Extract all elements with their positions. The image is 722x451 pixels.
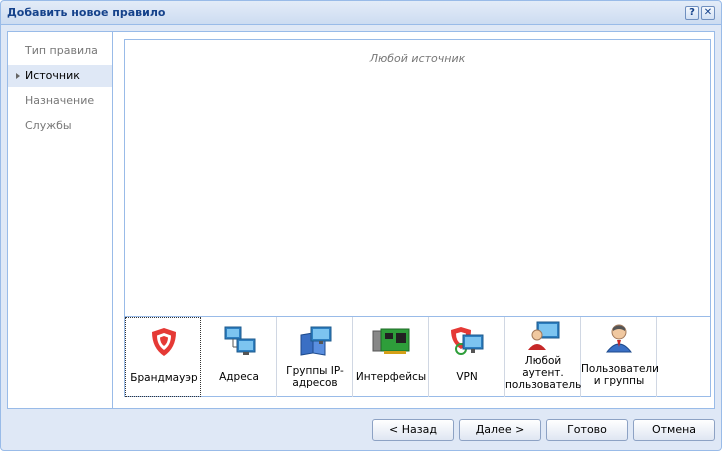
tile-label: Интерфейсы [355,371,427,383]
tile-any-auth-user[interactable]: Любой аутент. пользователь [505,317,581,397]
tile-ip-groups[interactable]: Группы IP-адресов [277,317,353,397]
nav-item-label: Тип правила [25,44,98,57]
nav-item-rule-type[interactable]: Тип правила [8,40,112,62]
arrow-right-icon [16,73,20,79]
user-icon [605,324,633,353]
done-button[interactable]: Готово [546,419,628,441]
source-type-toolbar: Брандмауэр Адреса Группы IP-адресов Инте… [125,316,710,397]
tile-interfaces[interactable]: Интерфейсы [353,317,429,397]
back-button[interactable]: < Назад [372,419,454,441]
wizard-step-nav: Тип правила Источник Назначение Службы [8,32,113,408]
tile-label: Любой аутент. пользователь [505,355,582,391]
ip-group-icon [300,326,332,356]
network-computers-icon [224,326,256,355]
dialog-title: Добавить новое правило [7,6,166,19]
tile-addresses[interactable]: Адреса [201,317,277,397]
tile-label: Группы IP-адресов [286,365,344,389]
tile-label: Пользователи и группы [581,363,659,387]
nav-item-label: Назначение [25,94,95,107]
nav-item-source[interactable]: Источник [8,65,112,87]
tile-label: VPN [456,371,478,383]
user-computer-icon [528,321,560,350]
source-list-panel[interactable]: Любой источник Брандмауэр Адреса Группы … [124,39,711,397]
cancel-button[interactable]: Отмена [633,419,715,441]
nav-item-label: Службы [25,119,72,132]
close-icon[interactable]: ✕ [701,6,715,20]
tile-vpn[interactable]: VPN [429,317,505,397]
nav-item-label: Источник [25,69,80,82]
dialog-body: Тип правила Источник Назначение Службы Л… [7,31,715,409]
nav-item-destination[interactable]: Назначение [8,90,112,112]
tile-label: Брандмауэр [130,372,198,384]
next-button[interactable]: Далее > [459,419,541,441]
shield-icon [152,328,176,356]
dialog-titlebar: Добавить новое правило ? ✕ [1,1,721,25]
empty-source-text: Любой источник [369,52,466,65]
add-rule-dialog: Добавить новое правило ? ✕ Тип правила И… [0,0,722,451]
vpn-icon [451,327,484,355]
tile-firewall[interactable]: Брандмауэр [125,317,201,397]
tile-users-groups[interactable]: Пользователи и группы [581,317,659,397]
network-card-icon [372,328,410,354]
tile-label: Адреса [219,371,259,383]
nav-item-services[interactable]: Службы [8,115,112,137]
help-icon[interactable]: ? [685,6,699,20]
